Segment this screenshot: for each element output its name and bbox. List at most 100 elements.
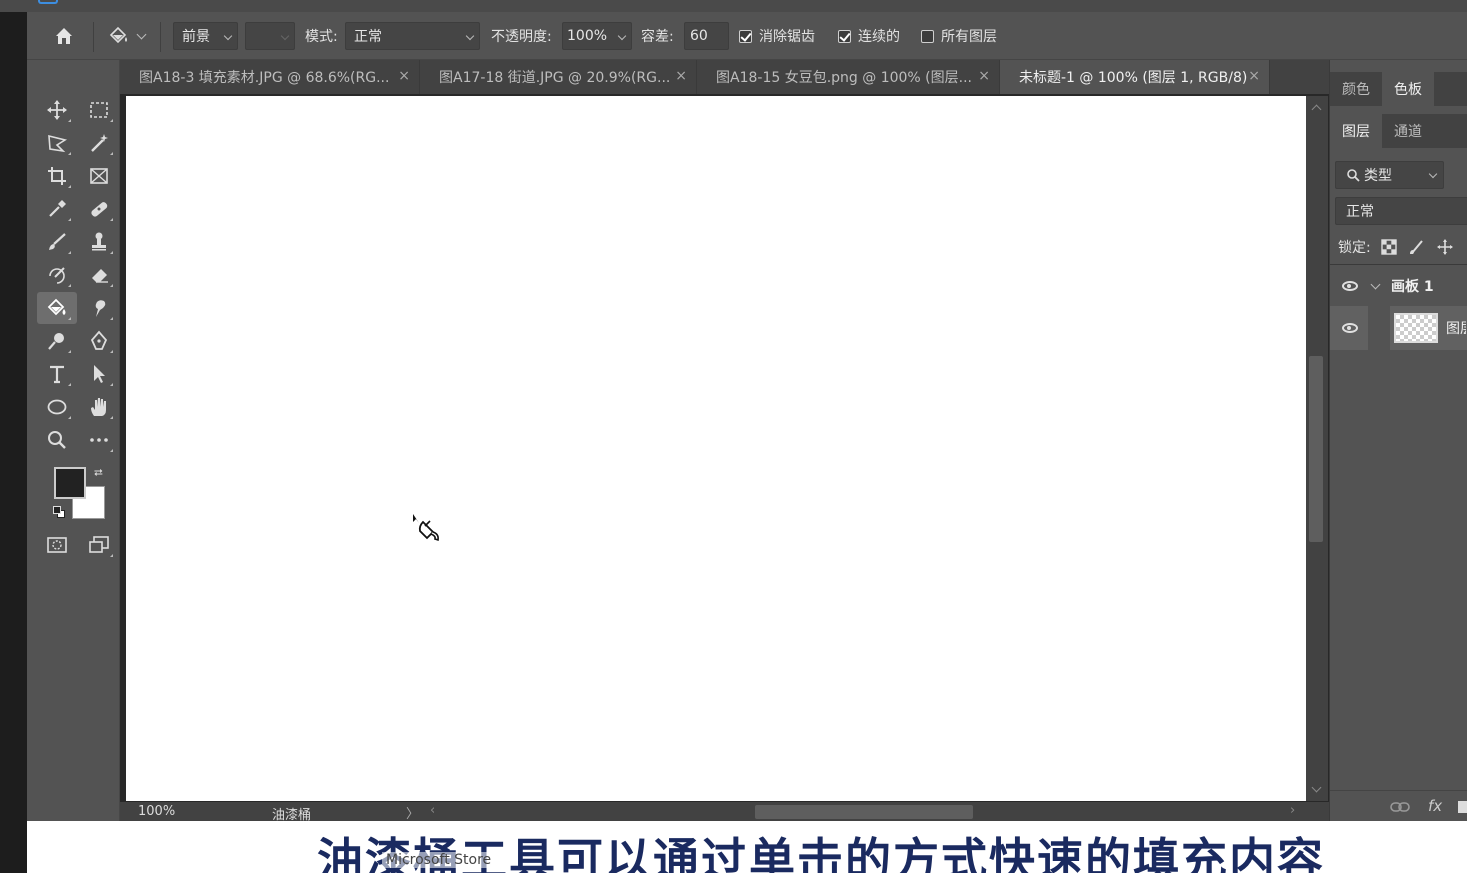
- swap-colors-icon[interactable]: ⮂: [94, 466, 103, 480]
- magic-wand-tool[interactable]: [79, 127, 119, 159]
- foreground-color-swatch[interactable]: [54, 467, 86, 499]
- checkbox-unchecked-icon: [921, 29, 934, 43]
- history-brush-tool[interactable]: [37, 259, 77, 291]
- hand-icon: [91, 398, 106, 416]
- tab-swatches-label: 色板: [1394, 82, 1422, 98]
- zoom-tool[interactable]: [37, 424, 77, 456]
- layer-blend-mode-select[interactable]: 正常: [1335, 197, 1467, 225]
- zoom-level[interactable]: 100%: [138, 804, 175, 819]
- crop-tool[interactable]: [37, 160, 77, 192]
- chevron-down-icon[interactable]: [1370, 279, 1381, 289]
- layer-filter-value: 类型: [1364, 168, 1392, 184]
- home-button[interactable]: [53, 12, 75, 60]
- document-tab[interactable]: 图A18-15 女豆包.png @ 100% (图层... ×: [697, 60, 1000, 94]
- tool-preset-picker[interactable]: [107, 12, 147, 60]
- contiguous-checkbox[interactable]: 连续的: [838, 12, 900, 60]
- home-icon: [56, 28, 72, 44]
- mode-label: 模式:: [305, 29, 338, 45]
- window-left-edge: [0, 0, 27, 873]
- clone-stamp-tool[interactable]: [79, 226, 119, 258]
- dodge-icon: [48, 333, 64, 350]
- crop-icon: [48, 167, 66, 185]
- close-icon[interactable]: ×: [675, 68, 687, 84]
- anti-alias-label: 消除锯齿: [759, 29, 815, 45]
- document-tab-active[interactable]: 未标题-1 @ 100% (图层 1, RGB/8) ×: [1000, 60, 1270, 94]
- tab-color[interactable]: 颜色: [1330, 72, 1382, 106]
- healing-brush-tool[interactable]: [79, 193, 119, 225]
- tolerance-value: 60: [690, 28, 708, 44]
- pattern-picker[interactable]: [245, 22, 295, 50]
- ellipse-icon: [47, 399, 67, 415]
- opacity-input[interactable]: 100%: [562, 22, 632, 50]
- path-select-icon: [94, 365, 105, 383]
- close-icon[interactable]: ×: [978, 68, 990, 84]
- rect-marquee-tool[interactable]: [79, 94, 119, 126]
- pen-tool[interactable]: [79, 325, 119, 357]
- horizontal-scrollbar-thumb[interactable]: [755, 805, 973, 819]
- smudge-tool[interactable]: [79, 292, 119, 324]
- all-layers-label: 所有图层: [941, 29, 997, 45]
- screen-mode-button[interactable]: [79, 529, 119, 561]
- link-layers-icon[interactable]: [1390, 801, 1410, 813]
- tab-swatches[interactable]: 色板: [1382, 72, 1434, 106]
- right-panels: 颜色 色板 图层 通道 类型 正常 锁定: 画板 1 图层 1 fx: [1329, 60, 1467, 822]
- layer-row-artboard[interactable]: 画板 1: [1330, 268, 1467, 304]
- visibility-eye-icon[interactable]: [1342, 281, 1358, 291]
- tab-layers[interactable]: 图层: [1330, 114, 1382, 148]
- lasso-tool[interactable]: [37, 127, 77, 159]
- frame-tool[interactable]: [79, 160, 119, 192]
- anti-alias-checkbox[interactable]: 消除锯齿: [739, 12, 815, 60]
- lock-pixels-icon[interactable]: [1409, 239, 1425, 255]
- layer-name: 画板 1: [1391, 279, 1434, 295]
- scroll-down-icon[interactable]: [1311, 782, 1322, 793]
- layer-row[interactable]: 图层 1: [1330, 306, 1467, 350]
- paint-bucket-cursor-icon: [413, 514, 439, 542]
- dodge-tool[interactable]: [37, 325, 77, 357]
- tab-channels-label: 通道: [1394, 124, 1422, 140]
- fill-source-select[interactable]: 前景: [173, 22, 238, 50]
- type-tool[interactable]: [37, 358, 77, 390]
- document-canvas[interactable]: [126, 96, 1306, 801]
- path-select-tool[interactable]: [79, 358, 119, 390]
- more-tools-button[interactable]: [79, 424, 119, 456]
- chevron-down-icon: [223, 31, 233, 41]
- layer-filter-select[interactable]: 类型: [1335, 161, 1444, 189]
- all-layers-checkbox[interactable]: 所有图层: [921, 12, 997, 60]
- scroll-up-icon[interactable]: [1311, 104, 1322, 115]
- visibility-eye-icon[interactable]: [1342, 323, 1358, 333]
- document-tab[interactable]: 图A18-3 填充素材.JPG @ 68.6%(RG... ×: [120, 60, 420, 94]
- brush-tool[interactable]: [37, 226, 77, 258]
- layers-panel-tabs: 图层 通道: [1330, 114, 1467, 148]
- status-menu-chevron-icon[interactable]: 〉: [406, 803, 419, 822]
- quick-mask-button[interactable]: [37, 529, 77, 561]
- move-tool[interactable]: [37, 94, 77, 126]
- tab-label: 图A18-3 填充素材.JPG @ 68.6%(RG...: [139, 70, 390, 86]
- paint-bucket-tool[interactable]: [37, 292, 77, 324]
- frame-icon: [90, 168, 108, 184]
- layer-effects-button[interactable]: fx: [1428, 797, 1442, 815]
- mode-select[interactable]: 正常: [345, 22, 480, 50]
- document-tab[interactable]: 图A17-18 街道.JPG @ 20.9%(RG... ×: [420, 60, 697, 94]
- tolerance-input[interactable]: 60: [684, 22, 729, 50]
- ellipse-tool[interactable]: [37, 391, 77, 423]
- pen-icon: [90, 330, 108, 350]
- move-icon: [47, 100, 67, 120]
- hand-tool[interactable]: [79, 391, 119, 423]
- close-icon[interactable]: ×: [398, 68, 410, 84]
- eyedropper-tool[interactable]: [37, 193, 77, 225]
- scroll-right-icon[interactable]: ›: [1290, 803, 1295, 818]
- close-icon[interactable]: ×: [1248, 68, 1260, 84]
- paint-bucket-icon: [109, 26, 127, 44]
- lock-position-icon[interactable]: [1436, 239, 1453, 255]
- opacity-label: 不透明度:: [491, 29, 552, 45]
- tab-channels[interactable]: 通道: [1382, 114, 1434, 148]
- app-logo-icon: [38, 0, 58, 4]
- scrollbar-thumb[interactable]: [1309, 356, 1323, 542]
- contiguous-label: 连续的: [858, 29, 900, 45]
- lock-transparent-icon[interactable]: [1381, 239, 1397, 255]
- scroll-left-icon[interactable]: ‹: [430, 803, 435, 818]
- add-mask-icon[interactable]: [1458, 801, 1467, 813]
- vertical-scrollbar[interactable]: [1306, 96, 1328, 801]
- default-colors-icon[interactable]: [53, 506, 65, 518]
- eraser-tool[interactable]: [79, 259, 119, 291]
